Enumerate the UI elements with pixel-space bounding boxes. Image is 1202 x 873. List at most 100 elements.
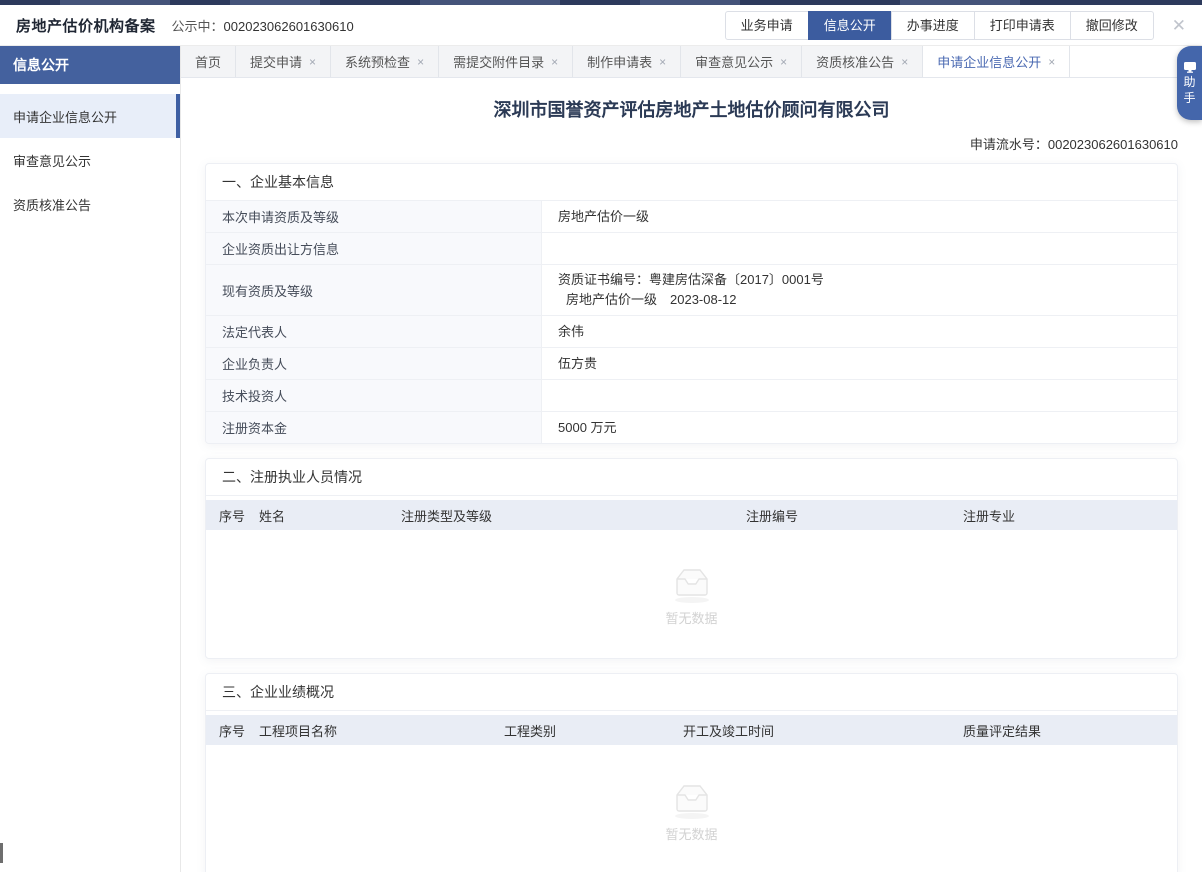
tab-label: 提交申请 — [250, 52, 302, 71]
tab-close-icon[interactable]: × — [659, 56, 666, 68]
sidebar-title: 信息公开 — [0, 46, 180, 84]
tab-label: 需提交附件目录 — [453, 52, 544, 71]
row-value: 房地产估价一级 — [542, 201, 1177, 232]
tab-close-icon[interactable]: × — [901, 56, 908, 68]
section-registered-practitioners: 二、注册执业人员情况 序号 姓名 注册类型及等级 注册编号 注册专业 — [205, 458, 1178, 659]
row-value: 余伟 — [542, 316, 1177, 347]
app-title: 房地产估价机构备案 — [16, 15, 156, 36]
tab-home[interactable]: 首页 — [181, 46, 236, 77]
row-label: 现有资质及等级 — [206, 265, 542, 315]
empty-box-icon — [667, 778, 717, 820]
row-value: 资质证书编号：粤建房估深备〔2017〕0001号 房地产估价一级 2023-08… — [542, 265, 1177, 315]
tab-close-icon[interactable]: × — [1048, 56, 1055, 68]
column-header: 注册专业 — [963, 506, 1177, 525]
info-disclosure-button[interactable]: 信息公开 — [808, 11, 892, 40]
sidebar-item-review-opinion[interactable]: 审查意见公示 — [0, 138, 180, 182]
tab-review-opinion[interactable]: 审查意见公示 × — [681, 46, 802, 77]
row-value — [542, 380, 1177, 411]
table-row: 注册资本金 5000 万元 — [206, 412, 1177, 443]
column-header: 姓名 — [259, 506, 401, 525]
tab-label: 申请企业信息公开 — [937, 52, 1041, 71]
business-apply-button[interactable]: 业务申请 — [725, 11, 809, 40]
row-label: 企业资质出让方信息 — [206, 233, 542, 264]
empty-state: 暂无数据 — [206, 530, 1177, 658]
assistant-button[interactable]: 助 手 — [1177, 46, 1202, 120]
tab-attachment-catalog[interactable]: 需提交附件目录 × — [439, 46, 573, 77]
section-performance: 三、企业业绩概况 序号 工程项目名称 工程类别 开工及竣工时间 质量评定结果 — [205, 673, 1178, 872]
sidebar: 信息公开 申请企业信息公开 审查意见公示 资质核准公告 — [0, 46, 181, 872]
tab-submit-application[interactable]: 提交申请 × — [236, 46, 331, 77]
empty-box-icon — [667, 562, 717, 604]
tab-close-icon[interactable]: × — [551, 56, 558, 68]
table-row: 现有资质及等级 资质证书编号：粤建房估深备〔2017〕0001号 房地产估价一级… — [206, 265, 1177, 316]
empty-text: 暂无数据 — [665, 824, 717, 843]
row-value: 5000 万元 — [542, 412, 1177, 443]
header-nav-buttons: 业务申请 信息公开 办事进度 打印申请表 撤回修改 ✕ — [726, 11, 1190, 40]
app-window: 房地产估价机构备案 公示中：002023062601630610 业务申请 信息… — [0, 0, 1202, 873]
section-title: 三、企业业绩概况 — [206, 674, 1177, 711]
table-row: 技术投资人 — [206, 380, 1177, 412]
tab-bar: 首页 提交申请 × 系统预检查 × 需提交附件目录 × 制作申请表 × — [181, 46, 1202, 78]
row-label: 技术投资人 — [206, 380, 542, 411]
row-label: 注册资本金 — [206, 412, 542, 443]
section-title: 二、注册执业人员情况 — [206, 459, 1177, 496]
table-row: 本次申请资质及等级 房地产估价一级 — [206, 201, 1177, 233]
serial-label: 申请流水号： — [970, 137, 1048, 152]
tab-label: 首页 — [195, 52, 221, 71]
publicity-status: 公示中：002023062601630610 — [172, 16, 354, 35]
scrollbar-fragment[interactable] — [0, 843, 3, 863]
browser-chrome-sliver — [0, 0, 1202, 5]
column-header: 注册类型及等级 — [401, 506, 746, 525]
sidebar-item-label: 资质核准公告 — [13, 195, 91, 214]
sidebar-item-label: 审查意见公示 — [13, 151, 91, 170]
table-header-row: 序号 姓名 注册类型及等级 注册编号 注册专业 — [206, 500, 1177, 530]
table-row: 法定代表人 余伟 — [206, 316, 1177, 348]
progress-button[interactable]: 办事进度 — [891, 11, 975, 40]
row-label: 企业负责人 — [206, 348, 542, 379]
tab-close-icon[interactable]: × — [780, 56, 787, 68]
sidebar-item-label: 申请企业信息公开 — [13, 107, 117, 126]
page-title: 深圳市国誉资产评估房地产土地估价顾问有限公司 — [205, 96, 1178, 122]
column-header: 序号 — [206, 506, 259, 525]
tab-label: 制作申请表 — [587, 52, 652, 71]
sidebar-item-company-info-disclosure[interactable]: 申请企业信息公开 — [0, 94, 180, 138]
tab-label: 系统预检查 — [345, 52, 410, 71]
withdraw-modify-button[interactable]: 撤回修改 — [1070, 11, 1154, 40]
status-serial-number: 002023062601630610 — [224, 19, 354, 34]
tab-system-precheck[interactable]: 系统预检查 × — [331, 46, 439, 77]
table-row: 企业负责人 伍方贵 — [206, 348, 1177, 380]
assistant-label-char2: 手 — [1183, 92, 1195, 105]
empty-state: 暂无数据 — [206, 745, 1177, 872]
column-header: 开工及竣工时间 — [683, 721, 963, 740]
application-serial: 申请流水号：002023062601630610 — [205, 134, 1178, 153]
column-header: 注册编号 — [746, 506, 963, 525]
section-basic-info: 一、企业基本信息 本次申请资质及等级 房地产估价一级 企业资质出让方信息 现有资… — [205, 163, 1178, 444]
tab-close-icon[interactable]: × — [309, 56, 316, 68]
tab-label: 审查意见公示 — [695, 52, 773, 71]
app-header: 房地产估价机构备案 公示中：002023062601630610 业务申请 信息… — [0, 5, 1202, 46]
section-title: 一、企业基本信息 — [206, 164, 1177, 201]
tab-qualification-notice[interactable]: 资质核准公告 × — [802, 46, 923, 77]
table-header-row: 序号 工程项目名称 工程类别 开工及竣工时间 质量评定结果 — [206, 715, 1177, 745]
qualification-grade-line: 房地产估价一级 2023-08-12 — [558, 290, 1161, 310]
tab-company-info-disclosure[interactable]: 申请企业信息公开 × — [923, 46, 1070, 77]
row-value: 伍方贵 — [542, 348, 1177, 379]
sidebar-nav: 申请企业信息公开 审查意见公示 资质核准公告 — [0, 84, 180, 226]
row-label: 法定代表人 — [206, 316, 542, 347]
tab-make-application-form[interactable]: 制作申请表 × — [573, 46, 681, 77]
column-header: 序号 — [206, 721, 259, 740]
sidebar-item-qualification-notice[interactable]: 资质核准公告 — [0, 182, 180, 226]
empty-text: 暂无数据 — [665, 608, 717, 627]
main-area: 首页 提交申请 × 系统预检查 × 需提交附件目录 × 制作申请表 × — [181, 46, 1202, 872]
certificate-number-line: 资质证书编号：粤建房估深备〔2017〕0001号 — [558, 270, 1161, 290]
tab-close-icon[interactable]: × — [417, 56, 424, 68]
row-label: 本次申请资质及等级 — [206, 201, 542, 232]
column-header: 工程类别 — [504, 721, 683, 740]
assistant-label-char1: 助 — [1183, 76, 1195, 89]
column-header: 工程项目名称 — [259, 721, 504, 740]
print-application-button[interactable]: 打印申请表 — [974, 11, 1071, 40]
status-label: 公示中： — [172, 19, 224, 34]
close-icon[interactable]: ✕ — [1168, 15, 1190, 36]
row-value — [542, 233, 1177, 264]
serial-value: 002023062601630610 — [1048, 137, 1178, 152]
